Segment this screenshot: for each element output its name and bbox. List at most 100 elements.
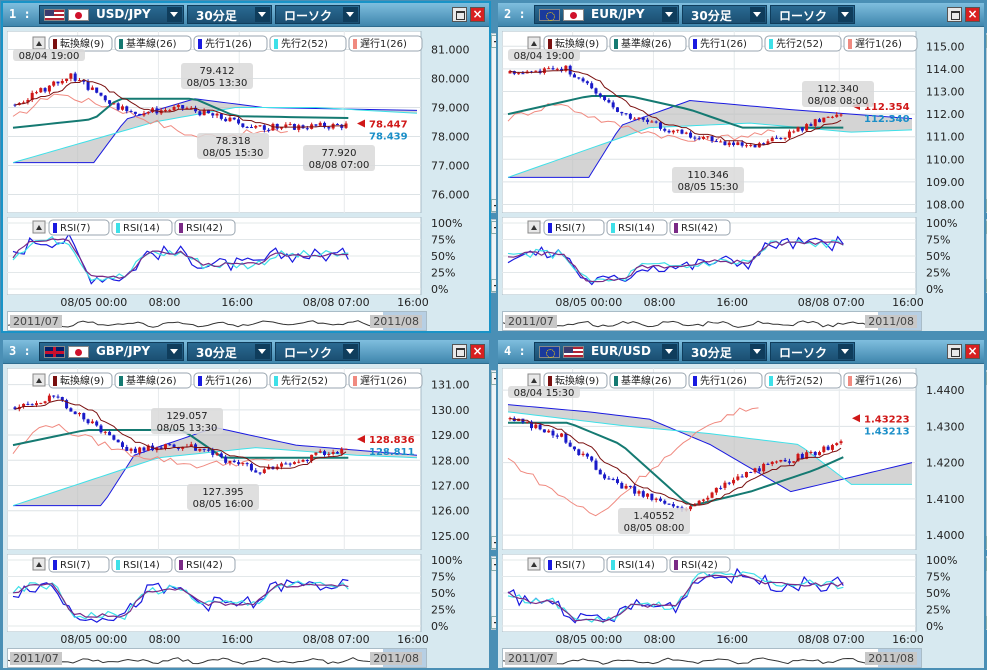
pair-selector[interactable]: EUR/USD xyxy=(534,342,679,361)
close-button[interactable]: × xyxy=(965,344,980,359)
candle-body xyxy=(818,119,822,123)
minimize-button[interactable] xyxy=(947,7,962,22)
legend-label: RSI(7) xyxy=(555,560,586,571)
rsi-tick-label: 0% xyxy=(926,283,943,295)
chevron-down-icon[interactable] xyxy=(838,344,853,359)
timeframe-selector[interactable]: 30分足 xyxy=(187,342,272,361)
chevron-down-icon[interactable] xyxy=(838,7,853,22)
legend-label: 転換線(9) xyxy=(555,374,599,387)
legend-label: RSI(14) xyxy=(618,223,655,234)
annotation-time: 08/05 15:30 xyxy=(678,182,739,193)
minimize-button[interactable] xyxy=(947,344,962,359)
chart-type-selector[interactable]: ローソク xyxy=(770,342,855,361)
time-navigator[interactable]: 2011/07 2011/08 xyxy=(502,311,922,331)
candle-body xyxy=(654,121,658,123)
chevron-down-icon[interactable] xyxy=(343,7,358,22)
candle-body xyxy=(241,123,245,127)
rsi-tick-label: 50% xyxy=(926,587,950,600)
indicator-legend: 転換線(9) 基準線(26) 先行1(26) 先行2(52) 遅行1(26) xyxy=(527,372,918,389)
time-navigator[interactable]: 2011/07 2011/08 xyxy=(7,311,427,331)
price-tick-label: 112.00 xyxy=(926,108,965,121)
close-button[interactable]: × xyxy=(470,344,485,359)
legend-label: 先行2(52) xyxy=(281,37,328,50)
chevron-down-icon[interactable] xyxy=(662,7,677,22)
candle-body xyxy=(112,103,116,105)
candle-body xyxy=(314,124,318,126)
candle-body xyxy=(262,125,266,130)
rsi-chart[interactable]: 100% 75% 50% 25% 0% RSI(7) RSI(14) RSI(42) xyxy=(7,217,485,295)
annotation-price: 77.920 xyxy=(322,148,357,159)
candle-body xyxy=(43,88,47,92)
rsi-tick-label: 100% xyxy=(431,554,462,567)
chevron-down-icon[interactable] xyxy=(750,344,765,359)
candle-body xyxy=(736,142,740,145)
candle-body xyxy=(297,461,301,463)
pair-label: GBP/JPY xyxy=(96,344,151,358)
rsi-chart[interactable]: 100% 75% 50% 25% 0% RSI(7) RSI(14) RSI(42) xyxy=(7,554,485,632)
candle-body xyxy=(245,463,249,465)
time-tick-label: 16:00 xyxy=(397,296,429,309)
minimize-button[interactable] xyxy=(452,344,467,359)
legend-label: 転換線(9) xyxy=(60,37,104,50)
timeframe-selector[interactable]: 30分足 xyxy=(187,5,272,24)
timeframe-label: 30分足 xyxy=(196,9,237,23)
timeframe-selector[interactable]: 30分足 xyxy=(682,5,767,24)
base-currency-flag-icon xyxy=(44,346,65,358)
chevron-down-icon[interactable] xyxy=(343,344,358,359)
candle-body xyxy=(168,444,172,446)
chevron-down-icon[interactable] xyxy=(167,7,182,22)
price-chart[interactable]: 1.44001.43001.42001.41001.40001.432231.4… xyxy=(502,368,980,550)
price-chart[interactable]: 131.00 130.00 129.00 128.00 127.00 126.00 125.… xyxy=(7,368,485,550)
legend-label: RSI(7) xyxy=(60,223,91,234)
quote-currency-flag-icon xyxy=(563,346,584,358)
minimize-button[interactable] xyxy=(452,7,467,22)
price-tick-label: 79.000 xyxy=(431,102,470,115)
candle-body xyxy=(335,452,339,454)
time-axis: 08/05 00:00 08:00 16:00 08/08 07:00 16:00 xyxy=(555,296,923,309)
chevron-down-icon[interactable] xyxy=(750,7,765,22)
candle-body xyxy=(839,441,843,444)
legend-swatch xyxy=(674,223,678,233)
chart-type-selector[interactable]: ローソク xyxy=(275,342,360,361)
time-navigator[interactable]: 2011/07 2011/08 xyxy=(7,648,427,668)
candle-body xyxy=(181,105,185,109)
legend-swatch xyxy=(53,39,57,49)
ask-price-label: 78.447 xyxy=(369,120,408,131)
pair-selector[interactable]: GBP/JPY xyxy=(39,342,184,361)
chevron-down-icon[interactable] xyxy=(167,344,182,359)
rsi-chart[interactable]: 100% 75% 50% 25% 0% RSI(7) RSI(14) RSI(42) xyxy=(502,217,980,295)
candle-body xyxy=(534,424,538,429)
close-button[interactable]: × xyxy=(470,7,485,22)
close-button[interactable]: × xyxy=(965,7,980,22)
legend-swatch xyxy=(769,376,773,386)
pair-selector[interactable]: USD/JPY xyxy=(39,5,184,24)
candle-body xyxy=(228,117,232,122)
panel-header: 2 : EUR/JPY 30分足 ローソク × xyxy=(498,3,984,27)
price-chart[interactable]: 115.00 114.00 113.00 112.00 111.00 110.00 109.… xyxy=(502,31,980,213)
chart-type-selector[interactable]: ローソク xyxy=(275,5,360,24)
rsi-chart[interactable]: 100% 75% 50% 25% 0% RSI(7) RSI(14) RSI(42) xyxy=(502,554,980,632)
candle-body xyxy=(125,106,129,112)
candle-body xyxy=(90,87,94,90)
navigator-wave xyxy=(8,320,426,328)
candle-body xyxy=(232,460,236,463)
candle-body xyxy=(826,116,830,118)
price-tick-label: 78.000 xyxy=(431,131,470,144)
time-navigator[interactable]: 2011/07 2011/08 xyxy=(502,648,922,668)
legend-label: 遅行1(26) xyxy=(360,37,407,50)
candle-body xyxy=(564,65,568,72)
price-chart[interactable]: 81.000 80.000 79.000 78.000 77.000 76.000 78.4… xyxy=(7,31,485,213)
candle-body xyxy=(129,111,133,113)
time-axis: 08/05 00:00 08:00 16:00 08/08 07:00 16:00 xyxy=(60,633,428,646)
chevron-down-icon[interactable] xyxy=(662,344,677,359)
candle-body xyxy=(172,106,176,110)
pair-selector[interactable]: EUR/JPY xyxy=(534,5,679,24)
chevron-down-icon[interactable] xyxy=(255,344,270,359)
legend-swatch xyxy=(353,39,357,49)
candle-body xyxy=(740,142,744,146)
chart-type-selector[interactable]: ローソク xyxy=(770,5,855,24)
chevron-down-icon[interactable] xyxy=(255,7,270,22)
candle-body xyxy=(680,129,684,134)
timeframe-selector[interactable]: 30分足 xyxy=(682,342,767,361)
candle-body xyxy=(211,450,215,455)
